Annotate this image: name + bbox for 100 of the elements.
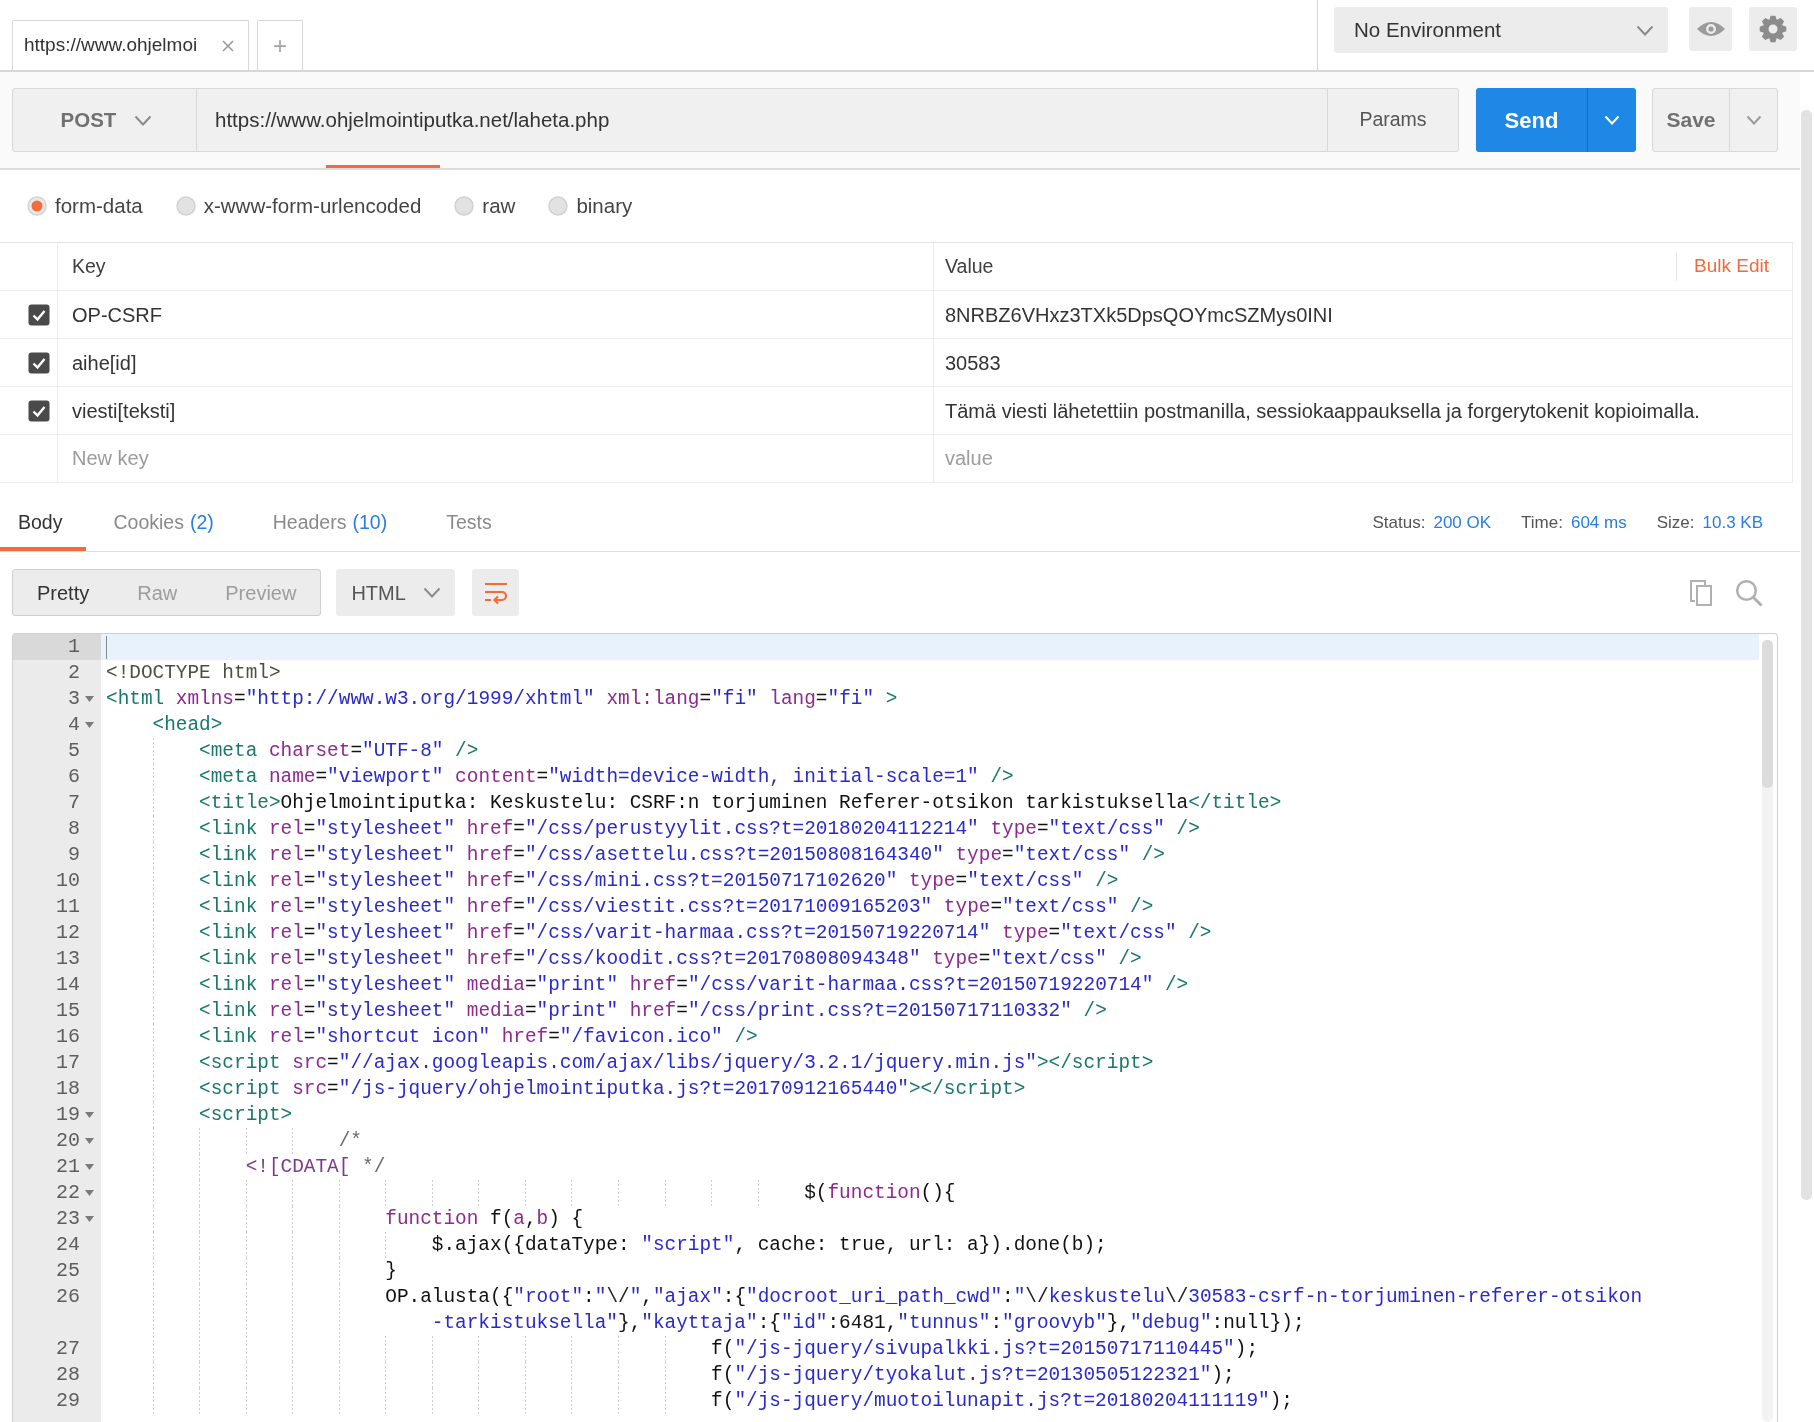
close-icon[interactable] [222, 39, 234, 52]
format-dropdown[interactable]: HTML [336, 569, 456, 616]
code-line: f("/js-jquery/sivupalkki.js?t=20150717110445"); [711, 1337, 1259, 1362]
send-options-button[interactable] [1587, 88, 1636, 152]
text-cursor [106, 635, 107, 659]
param-key: OP-CSRF [72, 299, 162, 330]
line-number: 20 [56, 1128, 80, 1154]
param-key: aihe[id] [72, 347, 137, 378]
response-tab[interactable]: Cookies (2) [86, 495, 246, 551]
code-line: <link rel="stylesheet" media="print" href="/css/varit-harmaa.css?t=20150719220714" /> [199, 973, 1189, 998]
radio-button[interactable] [27, 196, 47, 216]
column-header: Key [72, 253, 106, 279]
radio-button[interactable] [454, 196, 475, 216]
line-number: 14 [56, 972, 80, 998]
stat-value: 604 ms [1570, 512, 1627, 535]
quick-look-button[interactable] [1689, 7, 1732, 51]
line-number: 4 [68, 712, 80, 738]
fold-arrow-icon[interactable] [84, 1138, 94, 1144]
new-value-field[interactable]: value [945, 438, 1792, 479]
scrollbar-thumb[interactable] [1762, 640, 1773, 788]
code-line: <script> [199, 1103, 293, 1128]
fold-arrow-icon[interactable] [84, 722, 94, 728]
code-line: <head> [152, 713, 223, 738]
line-number: 1 [68, 634, 80, 660]
method-dropdown[interactable]: POST [12, 88, 197, 152]
caret-icon [423, 587, 442, 598]
line-number: 6 [68, 764, 80, 790]
line-number: 15 [56, 998, 80, 1024]
copy-icon[interactable] [1689, 578, 1713, 607]
radio-label[interactable]: x-www-form-urlencoded [203, 190, 422, 222]
fold-arrow-icon[interactable] [84, 1164, 94, 1170]
line-number: 3 [68, 686, 80, 712]
code-line: <link rel="stylesheet" href="/css/viestit.css?t=20171009165203" type="text/css" /> [199, 895, 1154, 920]
code-line: <title>Ohjelmointiputka: Keskustelu: CSRF:n torjuminen Referer-otsikon tarkistuksella</title> [199, 791, 1282, 816]
params-button[interactable]: Params [1328, 88, 1459, 152]
new-key-field[interactable]: New key [72, 438, 933, 479]
search-icon[interactable] [1735, 578, 1763, 607]
wrap-lines-button[interactable] [472, 569, 520, 616]
checkbox[interactable] [27, 303, 50, 326]
line-number: 23 [56, 1206, 80, 1232]
radio-button[interactable] [548, 196, 569, 216]
line-number: 22 [56, 1180, 80, 1206]
line-number: 13 [56, 946, 80, 972]
fold-arrow-icon[interactable] [84, 1190, 94, 1196]
code-line: $.ajax({dataType: "script", cache: true, url: a}).done(b); [431, 1233, 1107, 1258]
line-number: 17 [56, 1050, 80, 1076]
line-number: 25 [56, 1258, 80, 1284]
save-button[interactable]: Save [1652, 88, 1730, 152]
code-line: <link rel="stylesheet" href="/css/varit-harmaa.css?t=20150719220714" type="text/css" /> [199, 921, 1212, 946]
code-line: $(function(){ [804, 1181, 956, 1206]
code-line: <![CDATA[ */ [245, 1155, 386, 1180]
code-line: f("/js-jquery/tyokalut.js?t=20130505122321"); [711, 1363, 1235, 1388]
response-tab[interactable]: Tests [419, 495, 524, 551]
code-line: } [385, 1259, 397, 1284]
response-tab[interactable]: Body [0, 495, 87, 551]
line-number: 12 [56, 920, 80, 946]
line-number: 2 [68, 660, 80, 686]
caret-icon [1604, 115, 1620, 125]
code-line: <script src="/js-jquery/ohjelmointiputka.js?t=20170912165440"></script> [199, 1077, 1026, 1102]
line-number: 18 [56, 1076, 80, 1102]
radio-label[interactable]: binary [576, 190, 633, 222]
url-field[interactable]: https://www.ohjelmointiputka.net/laheta.php [197, 88, 1328, 152]
code-line: <link rel="stylesheet" href="/css/koodit.css?t=20170808094348" type="text/css" /> [199, 947, 1142, 972]
eye-icon [1695, 20, 1726, 38]
fold-arrow-icon[interactable] [84, 1112, 94, 1118]
settings-icon [1759, 15, 1787, 43]
code-line: /* [338, 1129, 362, 1154]
code-line: <link rel="stylesheet" href="/css/asettelu.css?t=20150808164340" type="text/css" /> [199, 843, 1165, 868]
checkbox[interactable] [27, 351, 50, 374]
scrollbar-thumb[interactable] [1801, 110, 1812, 1200]
send-button[interactable]: Send [1476, 88, 1587, 152]
caret-icon [1636, 24, 1654, 36]
caret-icon [1745, 115, 1762, 125]
param-value: Tämä viesti lähetettiin postmanilla, sessiokaappauksella ja forgerytokenit kopioimalla. [945, 398, 1700, 424]
fold-arrow-icon[interactable] [84, 696, 94, 702]
stat-value: 200 OK [1433, 512, 1492, 535]
code-line: <link rel="shortcut icon" href="/favicon.ico" /> [199, 1025, 758, 1050]
code-line: f("/js-jquery/muotoilunapit.js?t=20180204111119"); [711, 1389, 1293, 1414]
code-line: <link rel="stylesheet" media="print" href="/css/print.css?t=20150717110332" /> [199, 999, 1107, 1024]
code-line: <html xmlns="http://www.w3.org/1999/xhtml" xml:lang="fi" lang="fi" > [106, 687, 898, 712]
stat-label: Size: [1656, 512, 1695, 535]
radio-label[interactable]: form-data [55, 190, 143, 222]
request-tab[interactable]: https://www.ohjelmoi [12, 20, 249, 70]
settings-button[interactable] [1749, 7, 1797, 51]
radio-button[interactable] [175, 196, 196, 216]
view-mode-tab[interactable]: Pretty [13, 570, 114, 615]
fold-arrow-icon[interactable] [84, 1216, 94, 1222]
line-number: 10 [56, 868, 80, 894]
line-number: 11 [56, 894, 80, 920]
stat-value: 10.3 KB [1702, 512, 1763, 535]
environment-dropdown[interactable]: No Environment [1334, 7, 1668, 53]
stat-label: Time: [1521, 512, 1563, 535]
line-number: 9 [68, 842, 80, 868]
line-number: 19 [56, 1102, 80, 1128]
checkbox[interactable] [27, 399, 50, 422]
param-value: 30583 [945, 350, 1001, 376]
response-tab[interactable]: Headers (10) [245, 495, 420, 551]
radio-label[interactable]: raw [482, 190, 516, 222]
caret-icon [134, 114, 153, 126]
line-number: 16 [56, 1024, 80, 1050]
